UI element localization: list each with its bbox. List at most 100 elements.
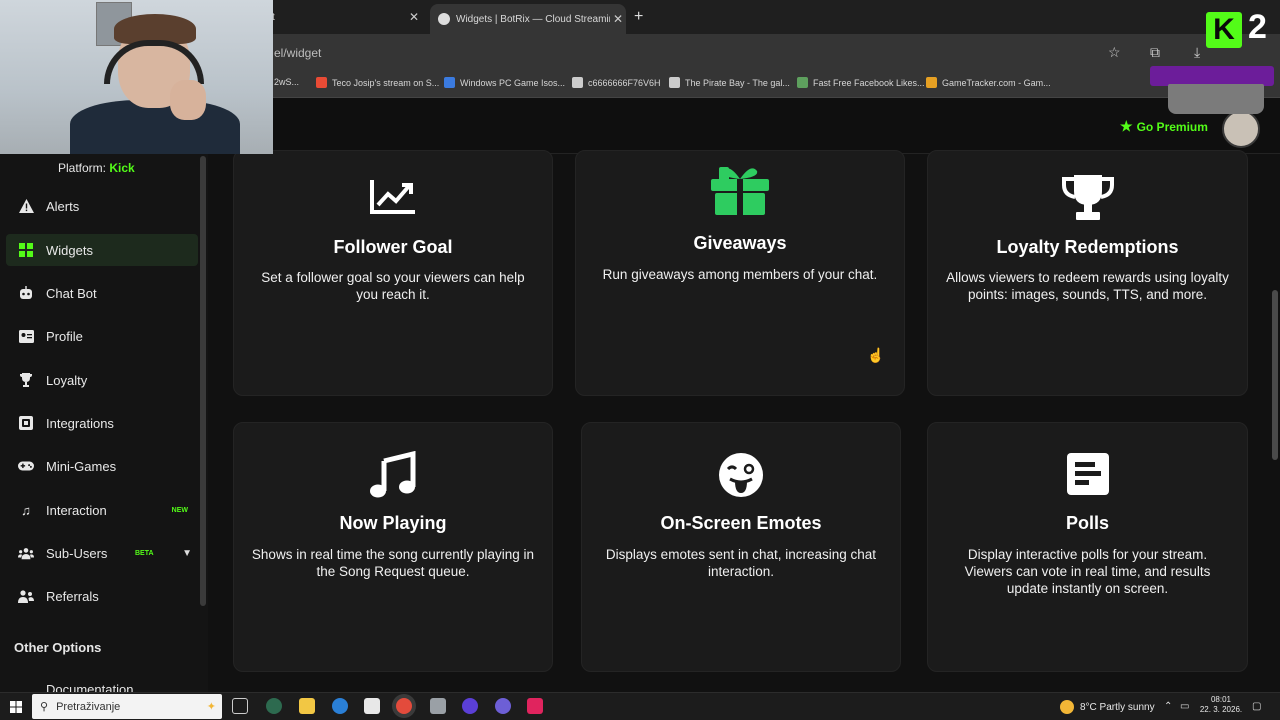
robot-icon xyxy=(18,285,34,301)
sidebar-item-integrations[interactable]: Integrations xyxy=(6,407,198,439)
app-icon[interactable] xyxy=(527,698,543,714)
task-view-icon[interactable] xyxy=(232,698,248,714)
sidebar-scrollbar[interactable] xyxy=(200,156,206,606)
tongue-emoji-icon xyxy=(582,451,900,499)
bookmark-item[interactable]: 2wS... xyxy=(274,77,299,87)
chrome-browser-icon[interactable] xyxy=(396,698,412,714)
tab-label: Widgets | BotRix — Cloud Streaming B xyxy=(456,13,610,25)
clock-time: 08:01 xyxy=(1210,695,1232,704)
close-icon[interactable]: ✕ xyxy=(406,10,422,24)
botrix-favicon-icon xyxy=(438,13,450,25)
sidebar-item-label: Chat Bot xyxy=(46,285,97,301)
other-options-heading: Other Options xyxy=(14,640,102,655)
overlay-number: 2 xyxy=(1248,8,1267,46)
trophy-icon xyxy=(928,173,1247,221)
browser-tab-inactive[interactable]: t ✕ xyxy=(272,6,422,28)
chart-line-icon xyxy=(234,177,552,215)
sidebar-item-label: Sub-Users xyxy=(46,545,108,561)
app-icon[interactable] xyxy=(462,698,478,714)
notifications-icon[interactable]: ▢ xyxy=(1252,701,1261,712)
app-icon[interactable] xyxy=(266,698,282,714)
extensions-icon[interactable]: ⧉ xyxy=(1150,44,1160,61)
widget-card-loyalty-redemptions[interactable]: Loyalty Redemptions Allows viewers to re… xyxy=(927,150,1248,396)
bookmark-label: Windows PC Game Isos... xyxy=(460,77,566,88)
weather-widget[interactable]: 8°C Partly sunny xyxy=(1060,700,1155,714)
kick-logo-icon: K xyxy=(1206,12,1242,48)
widget-title: Now Playing xyxy=(339,513,447,533)
sidebar-item-widgets[interactable]: Widgets xyxy=(6,234,198,266)
bookmark-item[interactable]: Windows PC Game Isos... xyxy=(444,77,565,88)
network-icon[interactable]: ▭ xyxy=(1180,701,1189,712)
widget-title: On-Screen Emotes xyxy=(660,513,822,533)
bookmark-label: The Pirate Bay - The gal... xyxy=(685,77,790,88)
widget-title: Loyalty Redemptions xyxy=(996,237,1179,257)
bookmark-item[interactable]: GameTracker.com - Gam... xyxy=(926,77,1051,88)
widget-card-polls[interactable]: Polls Display interactive polls for your… xyxy=(927,422,1248,672)
url-field[interactable]: el/widget xyxy=(274,46,321,60)
search-icon: ⚲ xyxy=(40,701,49,713)
hand-cursor-icon: ☝ xyxy=(867,347,885,363)
sidebar-item-chat-bot[interactable]: Chat Bot xyxy=(6,277,198,309)
discord-icon[interactable] xyxy=(495,698,511,714)
bookmark-star-icon[interactable]: ☆ xyxy=(1108,44,1121,61)
app-icon[interactable] xyxy=(430,698,446,714)
sidebar-item-profile[interactable]: Profile xyxy=(6,320,198,352)
chevron-down-icon[interactable]: ▼ xyxy=(182,548,192,559)
widget-title: Polls xyxy=(1065,513,1109,533)
integrations-icon xyxy=(18,415,34,431)
profile-icon xyxy=(18,328,34,344)
bookmark-label: Fast Free Facebook Likes... xyxy=(813,77,925,88)
bookmark-item[interactable]: Fast Free Facebook Likes... xyxy=(797,77,925,88)
users-icon xyxy=(18,545,34,561)
sidebar-item-alerts[interactable]: Alerts xyxy=(6,190,198,222)
browser-tab-active[interactable]: Widgets | BotRix — Cloud Streaming B ✕ xyxy=(430,4,626,34)
weather-label: 8°C Partly sunny xyxy=(1080,701,1155,713)
gamepad-icon xyxy=(18,458,34,474)
sidebar-item-label: Alerts xyxy=(46,198,80,214)
sidebar-item-referrals[interactable]: Referrals xyxy=(6,580,198,612)
platform-name: Kick xyxy=(109,161,135,175)
trophy-icon xyxy=(18,372,34,388)
clock-date: 22. 3. 2026. xyxy=(1199,705,1243,714)
go-premium-button[interactable]: ★ Go Premium xyxy=(1120,118,1208,135)
store-icon[interactable] xyxy=(364,698,380,714)
sidebar-item-interaction[interactable]: ♫ Interaction NEW xyxy=(6,494,198,526)
weather-icon xyxy=(1060,700,1074,714)
file-explorer-icon[interactable] xyxy=(299,698,315,714)
sidebar-item-loyalty[interactable]: Loyalty xyxy=(6,364,198,396)
webcam-person-hand xyxy=(170,80,206,120)
tray-chevron-icon[interactable]: ⌃ xyxy=(1164,701,1172,712)
bookmark-item[interactable]: The Pirate Bay - The gal... xyxy=(669,77,790,88)
download-icon[interactable]: ⤓ xyxy=(1194,44,1200,61)
sidebar-item-mini-games[interactable]: Mini-Games xyxy=(6,450,198,482)
new-tab-button[interactable]: + xyxy=(634,8,643,26)
taskbar-search-input[interactable]: ⚲ Pretraživanje ✦ xyxy=(32,694,222,719)
avatar[interactable] xyxy=(1222,110,1260,148)
beta-badge: BETA xyxy=(135,549,154,557)
widget-card-on-screen-emotes[interactable]: On-Screen Emotes Displays emotes sent in… xyxy=(581,422,901,672)
webcam-person-body xyxy=(70,100,240,154)
sidebar-item-label: Profile xyxy=(46,328,83,344)
bookmark-item[interactable]: c6666666F76V6H xyxy=(572,77,661,88)
bookmark-item[interactable]: Teco Josip's stream on S... xyxy=(316,77,439,88)
widget-description: Run giveaways among members of your chat… xyxy=(602,267,878,282)
widget-card-now-playing[interactable]: Now Playing Shows in real time the song … xyxy=(233,422,553,672)
system-clock[interactable]: 08:01 22. 3. 2026. xyxy=(1198,695,1244,715)
widget-card-giveaways[interactable]: Giveaways Run giveaways among members of… xyxy=(575,150,905,396)
overlay-weapon-grip xyxy=(1168,84,1264,114)
sidebar-item-label: Mini-Games xyxy=(46,458,117,474)
warning-icon xyxy=(18,198,34,214)
sidebar-item-sub-users[interactable]: Sub-Users BETA ▼ xyxy=(6,537,198,569)
widget-description: Display interactive polls for your strea… xyxy=(964,547,1211,596)
close-icon[interactable]: ✕ xyxy=(610,12,626,26)
windows-start-icon[interactable] xyxy=(10,700,22,713)
edge-browser-icon[interactable] xyxy=(332,698,348,714)
widget-title: Giveaways xyxy=(693,233,787,253)
gift-icon xyxy=(576,165,904,217)
sidebar-item-label: Integrations xyxy=(46,415,114,431)
tab-label: t xyxy=(272,11,275,23)
webcam-overlay xyxy=(0,0,273,154)
page-scrollbar[interactable] xyxy=(1272,290,1278,460)
widget-card-follower-goal[interactable]: Follower Goal Set a follower goal so you… xyxy=(233,150,553,396)
bookmark-favicon-icon xyxy=(669,77,680,88)
